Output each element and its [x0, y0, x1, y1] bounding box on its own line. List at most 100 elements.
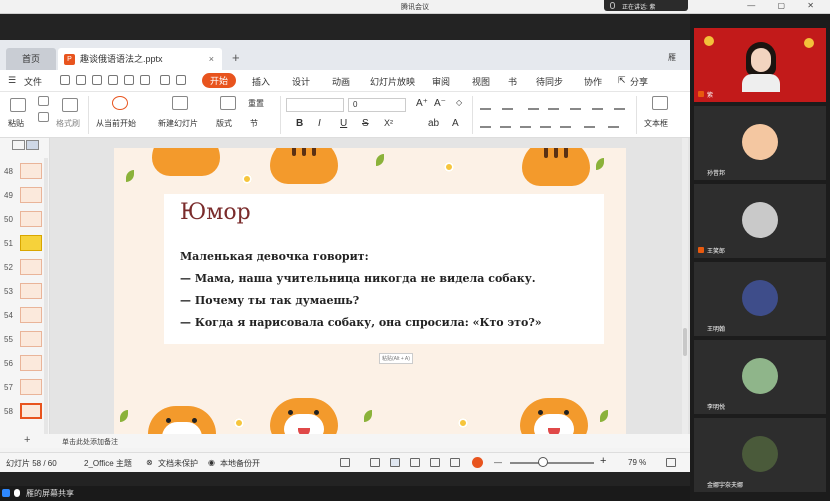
- slide-thumbnail-image[interactable]: [20, 187, 42, 203]
- menu-share[interactable]: 分享: [630, 75, 648, 88]
- close-tab-icon[interactable]: ×: [209, 48, 214, 70]
- save-icon[interactable]: [92, 75, 102, 85]
- notes-area[interactable]: 单击此处添加备注: [50, 434, 690, 448]
- new-tab-button[interactable]: +: [232, 50, 240, 65]
- menu-more[interactable]: 书: [508, 75, 517, 88]
- layout-label[interactable]: 版式: [216, 118, 232, 129]
- smart-art-icon[interactable]: [608, 118, 619, 128]
- menu-file[interactable]: 文件: [24, 75, 42, 88]
- participant-tile[interactable]: 孙昔邦: [694, 106, 826, 180]
- paste-label[interactable]: 粘贴: [8, 118, 24, 129]
- window-controls[interactable]: — ▢ ✕: [747, 1, 824, 10]
- increase-indent-icon[interactable]: [548, 100, 559, 110]
- slide-thumbnail-image[interactable]: [20, 259, 42, 275]
- thumbnail-scrollbar[interactable]: [44, 158, 48, 434]
- slide-thumbnail-image[interactable]: [20, 235, 42, 251]
- font-size-select[interactable]: 0: [348, 98, 406, 112]
- menu-animation[interactable]: 动画: [332, 75, 350, 88]
- slide-text-line[interactable]: — Когда я нарисовала собаку, она спросил…: [180, 316, 542, 329]
- paste-tooltip[interactable]: 粘贴(Alt + A): [379, 353, 413, 364]
- zoom-out-button[interactable]: —: [494, 458, 502, 467]
- slide-thumbnail[interactable]: 49: [0, 186, 50, 206]
- align-left-icon[interactable]: [480, 118, 491, 128]
- participant-tile[interactable]: 王明翰: [694, 262, 826, 336]
- copy-icon[interactable]: [38, 112, 49, 122]
- slide-title[interactable]: Юмор: [180, 200, 251, 225]
- menu-insert[interactable]: 插入: [252, 75, 270, 88]
- format-painter-icon[interactable]: [62, 98, 78, 112]
- slide-text-line[interactable]: — Мама, наша учительница никогда не виде…: [180, 272, 536, 285]
- outline-view-icon[interactable]: [12, 140, 25, 150]
- slide-thumbnail[interactable]: 56: [0, 354, 50, 374]
- menu-view[interactable]: 视图: [472, 75, 490, 88]
- undo-icon[interactable]: [60, 75, 70, 85]
- text-align-icon[interactable]: [584, 118, 595, 128]
- redo-icon[interactable]: [76, 75, 86, 85]
- text-direction-icon[interactable]: [614, 100, 625, 110]
- scrollbar-thumb[interactable]: [683, 328, 687, 356]
- tab-home[interactable]: 首页: [6, 48, 56, 70]
- slide-thumbnail[interactable]: 53: [0, 282, 50, 302]
- presenter-icon[interactable]: [450, 458, 460, 467]
- from-current-label[interactable]: 从当前开始: [96, 118, 136, 129]
- slide-thumbnail[interactable]: 51: [0, 234, 50, 254]
- canvas-scrollbar[interactable]: [682, 138, 688, 434]
- cut-icon[interactable]: [38, 96, 49, 106]
- bold-icon[interactable]: B: [296, 118, 303, 129]
- columns-icon[interactable]: [592, 100, 603, 110]
- slide-thumbnail-image[interactable]: [20, 379, 42, 395]
- slide-thumbnail[interactable]: 57: [0, 378, 50, 398]
- fit-window-icon[interactable]: [666, 458, 676, 467]
- strikethrough-icon[interactable]: S: [362, 118, 369, 129]
- redo2-icon[interactable]: [176, 75, 186, 85]
- decrease-font-icon[interactable]: A⁻: [434, 98, 446, 109]
- thumbnail-view-icon[interactable]: [26, 140, 39, 150]
- participant-video[interactable]: 紫: [694, 28, 826, 102]
- hamburger-icon[interactable]: ☰: [8, 75, 16, 86]
- play-from-current-icon[interactable]: [112, 96, 128, 110]
- protect-status[interactable]: 文档未保护: [158, 458, 198, 469]
- zoom-in-button[interactable]: +: [600, 455, 606, 467]
- menu-start[interactable]: 开始: [202, 73, 237, 88]
- participant-tile[interactable]: 金娜宇奈夫娜: [694, 418, 826, 492]
- share-icon[interactable]: ⇱: [618, 75, 626, 86]
- layout-icon[interactable]: [220, 96, 236, 110]
- slide-thumbnail-image[interactable]: [20, 211, 42, 227]
- zoom-slider[interactable]: [510, 462, 594, 464]
- zoom-slider-knob[interactable]: [538, 457, 548, 467]
- slide-thumbnail-image[interactable]: [20, 403, 42, 419]
- slide-canvas[interactable]: Юмор Маленькая девочка говорит: — Мама, …: [50, 138, 690, 434]
- slide-thumbnail-image[interactable]: [20, 307, 42, 323]
- paste-icon[interactable]: [10, 98, 26, 112]
- tab-document[interactable]: P 趣谈俄语语法之.pptx ×: [58, 48, 222, 70]
- align-right-icon[interactable]: [520, 118, 531, 128]
- current-slide[interactable]: Юмор Маленькая девочка говорит: — Мама, …: [114, 148, 626, 434]
- slide-thumbnail-image[interactable]: [20, 283, 42, 299]
- menu-design[interactable]: 设计: [292, 75, 310, 88]
- justify-icon[interactable]: [540, 118, 551, 128]
- preview-icon[interactable]: [140, 75, 150, 85]
- clear-format-icon[interactable]: ◇: [456, 98, 462, 107]
- distribute-icon[interactable]: [560, 118, 571, 128]
- print-icon[interactable]: [124, 75, 134, 85]
- reset-label[interactable]: 重置: [248, 98, 264, 109]
- slide-thumbnail[interactable]: 52: [0, 258, 50, 278]
- sorter-view-icon[interactable]: [410, 458, 420, 467]
- slide-thumbnail-image[interactable]: [20, 163, 42, 179]
- text-box-label[interactable]: 文本框: [644, 118, 668, 129]
- menu-collab[interactable]: 协作: [584, 75, 602, 88]
- format-painter-label[interactable]: 格式刷: [56, 118, 80, 129]
- undo2-icon[interactable]: [160, 75, 170, 85]
- slide-thumbnail[interactable]: 55: [0, 330, 50, 350]
- menu-slideshow[interactable]: 幻灯片放映: [370, 75, 415, 88]
- menu-sync[interactable]: 待同步: [536, 75, 563, 88]
- slide-thumbnail[interactable]: 58: [0, 402, 50, 422]
- slide-text-line[interactable]: Маленькая девочка говорит:: [180, 250, 369, 263]
- slide-thumbnail-image[interactable]: [20, 355, 42, 371]
- export-icon[interactable]: [108, 75, 118, 85]
- superscript-icon[interactable]: X²: [384, 118, 393, 128]
- normal-view-icon[interactable]: [390, 458, 400, 467]
- add-slide-icon[interactable]: +: [24, 434, 30, 446]
- view-toggle[interactable]: [12, 140, 42, 152]
- section-label[interactable]: 节: [250, 118, 258, 129]
